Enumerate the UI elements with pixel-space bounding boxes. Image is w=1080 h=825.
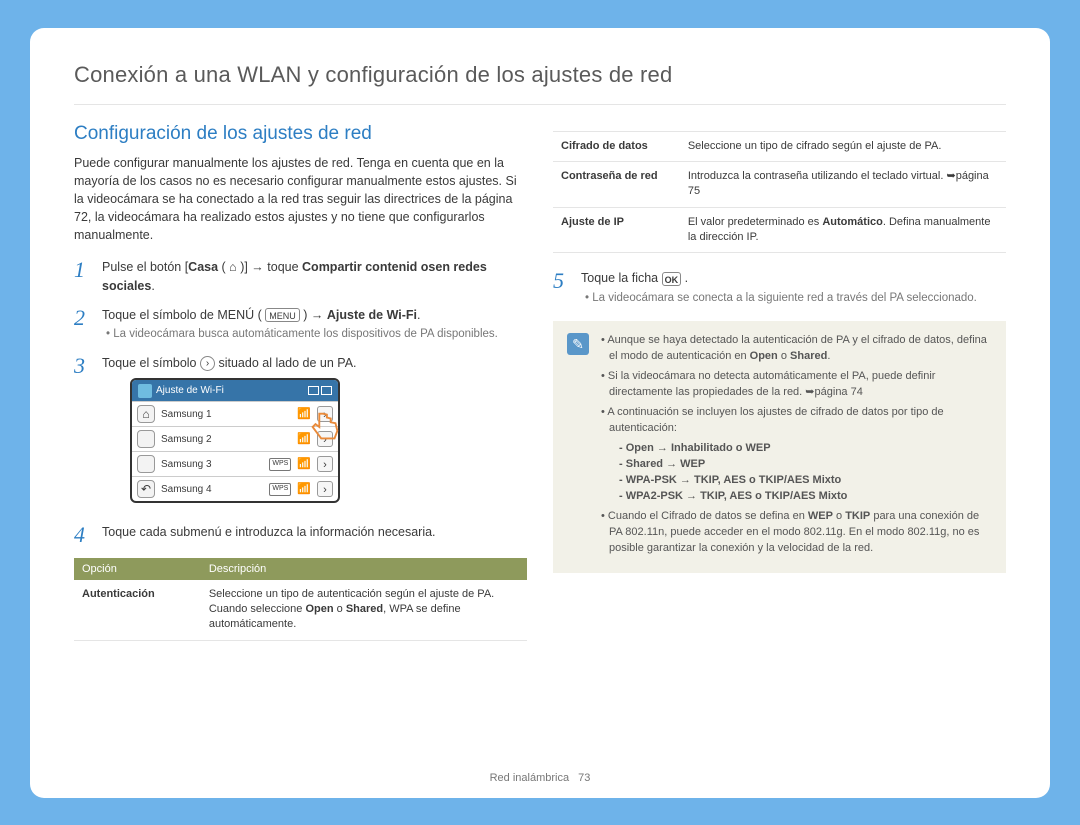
chevron-right-icon: › [200,356,215,371]
device-screenshot: Ajuste de Wi-Fi ⌂ Samsung 1 📶 › [130,378,340,503]
device-row: Samsung 2 📶 › [132,426,338,451]
step-3: 3 Toque el símbolo › situado al lado de … [74,354,527,514]
step-number: 5 [553,269,571,307]
step-2: 2 Toque el símbolo de MENÚ ( MENU ) → Aj… [74,306,527,344]
footer-label: Red inalámbrica [490,772,569,784]
manual-page: Conexión a una WLAN y configuración de l… [30,28,1050,798]
note-box: ✎ Aunque se haya detectado la autenticac… [553,321,1006,572]
device-row: Samsung 3 WPS 📶 › [132,451,338,476]
signal-icon: 📶 [297,406,311,423]
option-name: Ajuste de IP [553,207,680,253]
step-body: Toque el símbolo de MENÚ ( MENU ) → Ajus… [102,306,527,344]
step-subtext: La videocámara busca automáticamente los… [114,326,527,343]
page-title: Conexión a una WLAN y configuración de l… [74,62,1006,88]
table-row: Contraseña de red Introduzca la contrase… [553,161,1006,207]
chevron-right-icon: › [317,481,333,497]
table-header-row: Opción Descripción [74,558,527,580]
battery-icon [308,386,332,395]
note-subitem: WPA2-PSK → TKIP, AES o TKIP/AES Mixto [619,489,992,505]
table-row: Cifrado de datos Seleccione un tipo de c… [553,131,1006,161]
device-title: Ajuste de Wi-Fi [156,383,224,398]
option-name: Autenticación [74,580,201,641]
back-icon: ↶ [137,480,155,498]
chevron-right-icon: › [317,456,333,472]
wifi-icon [138,384,152,398]
intro-text: Puede configurar manualmente los ajustes… [74,154,527,245]
signal-icon: 📶 [297,456,311,473]
note-item: Cuando el Cifrado de datos se defina en … [599,509,992,557]
step-5: 5 Toque la ficha OK . La videocámara se … [553,269,1006,307]
step-list-right: 5 Toque la ficha OK . La videocámara se … [553,269,1006,307]
section-title: Configuración de los ajustes de red [74,123,527,145]
step-body: Toque cada submenú e introduzca la infor… [102,523,527,547]
device-row: ↶ Samsung 4 WPS 📶 › [132,476,338,501]
note-icon: ✎ [567,333,589,355]
note-item: Si la videocámara no detecta automáticam… [599,369,992,401]
note-subitem: WPA-PSK → TKIP, AES o TKIP/AES Mixto [619,473,992,489]
right-column: Cifrado de datos Seleccione un tipo de c… [553,123,1006,641]
option-desc: Seleccione un tipo de cifrado según el a… [680,131,1006,161]
step-number: 4 [74,523,92,547]
step-list: 1 Pulse el botón [Casa ( ⌂ )] → toque Co… [74,258,527,547]
note-sublist: Open → Inhabilitado o WEP Shared → WEP W… [619,441,992,505]
table-row: Ajuste de IP El valor predeterminado es … [553,207,1006,253]
device-titlebar: Ajuste de Wi-Fi [132,380,338,401]
step-body: Toque la ficha OK . La videocámara se co… [581,269,1006,307]
signal-icon: 📶 [297,481,311,498]
content-columns: Configuración de los ajustes de red Pued… [74,123,1006,641]
ap-name: Samsung 3 [161,457,263,472]
option-name: Cifrado de datos [553,131,680,161]
ap-name: Samsung 1 [161,407,291,422]
signal-icon: 📶 [297,431,311,448]
step-body: Toque el símbolo › situado al lado de un… [102,354,527,514]
chevron-right-icon: › [317,431,333,447]
col-header-option: Opción [74,558,201,580]
step-subtext: La videocámara se conecta a la siguiente… [593,290,1006,307]
note-item: A continuación se incluyen los ajustes d… [599,405,992,505]
note-subitem: Open → Inhabilitado o WEP [619,441,992,457]
pageref-icon [946,170,955,182]
page-footer: Red inalámbrica 73 [30,772,1050,784]
options-table-left: Opción Descripción Autenticación Selecci… [74,558,527,641]
device-row: ⌂ Samsung 1 📶 › [132,401,338,426]
options-table-right: Cifrado de datos Seleccione un tipo de c… [553,131,1006,254]
step-1: 1 Pulse el botón [Casa ( ⌂ )] → toque Co… [74,258,527,296]
note-list: Aunque se haya detectado la autenticació… [599,333,992,560]
note-subitem: Shared → WEP [619,457,992,473]
ok-button-icon: OK [662,272,682,286]
left-column: Configuración de los ajustes de red Pued… [74,123,527,641]
option-desc: Seleccione un tipo de autenticación segú… [201,580,527,641]
ap-name: Samsung 2 [161,432,291,447]
step-number: 2 [74,306,92,344]
blank-icon [137,430,155,448]
pageref-icon [805,386,814,398]
option-desc: Introduzca la contraseña utilizando el t… [680,161,1006,207]
wps-badge: WPS [269,458,291,471]
col-header-desc: Descripción [201,558,527,580]
divider [74,104,1006,105]
step-number: 3 [74,354,92,514]
chevron-right-icon: › [317,406,333,422]
page-number: 73 [578,772,590,784]
wps-badge: WPS [269,483,291,496]
step-body: Pulse el botón [Casa ( ⌂ )] → toque Comp… [102,258,527,296]
blank-icon [137,455,155,473]
menu-icon: MENU [265,308,300,322]
home-icon: ⌂ [137,405,155,423]
option-name: Contraseña de red [553,161,680,207]
ap-name: Samsung 4 [161,482,263,497]
option-desc: El valor predeterminado es Automático. D… [680,207,1006,253]
step-number: 1 [74,258,92,296]
step-4: 4 Toque cada submenú e introduzca la inf… [74,523,527,547]
note-item: Aunque se haya detectado la autenticació… [599,333,992,365]
table-row: Autenticación Seleccione un tipo de aute… [74,580,527,641]
